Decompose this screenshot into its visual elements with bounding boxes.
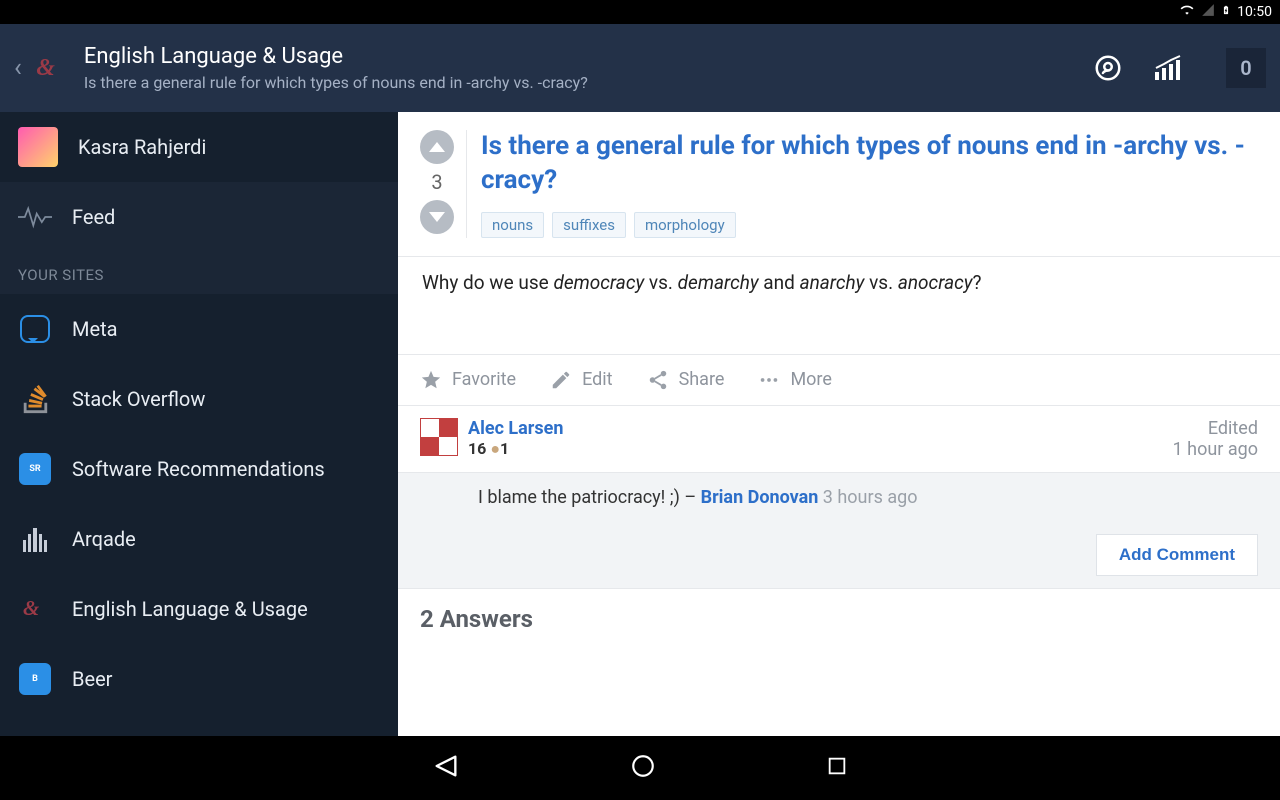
sidebar-item-label: Feed xyxy=(72,205,115,229)
nav-home-icon[interactable] xyxy=(630,753,656,783)
english-site-icon: & xyxy=(18,592,52,626)
battery-icon xyxy=(1221,2,1231,22)
android-status-bar: 10:50 xyxy=(0,0,1280,24)
answers-count-header: 2 Answers xyxy=(398,589,1280,633)
sidebar-item-arqade[interactable]: Arqade xyxy=(0,504,398,574)
notifications-icon[interactable] xyxy=(1092,52,1124,84)
wifi-icon xyxy=(1179,3,1195,21)
feed-icon xyxy=(18,200,52,234)
add-comment-button[interactable]: Add Comment xyxy=(1096,534,1258,576)
tag[interactable]: morphology xyxy=(634,212,736,238)
sidebar-user-profile[interactable]: Kasra Rahjerdi xyxy=(0,112,398,182)
nav-recents-icon[interactable] xyxy=(826,755,848,781)
meta-site-icon xyxy=(18,312,52,346)
author-name[interactable]: Alec Larsen xyxy=(468,418,563,439)
page-subtitle: Is there a general rule for which types … xyxy=(84,73,1092,92)
question-main: 3 Is there a general rule for which type… xyxy=(398,112,1280,736)
android-nav-bar xyxy=(0,736,1280,800)
user-name: Kasra Rahjerdi xyxy=(78,135,206,159)
status-time: 10:50 xyxy=(1237,4,1272,20)
site-logo-icon[interactable]: & xyxy=(30,48,70,88)
sidebar-item-meta[interactable]: Meta xyxy=(0,294,398,364)
user-avatar xyxy=(18,127,58,167)
share-button[interactable]: Share xyxy=(647,369,725,391)
downvote-button[interactable] xyxy=(420,200,454,234)
svg-text:&: & xyxy=(23,596,40,620)
back-chevron-icon[interactable]: ‹ xyxy=(14,53,22,83)
stackoverflow-site-icon xyxy=(18,382,52,416)
svg-text:&: & xyxy=(36,55,55,81)
sidebar-item-label: Beer xyxy=(72,667,112,691)
sidebar-section-header: YOUR SITES xyxy=(0,252,398,294)
sidebar-item-beer[interactable]: B Beer xyxy=(0,644,398,714)
sidebar-item-english[interactable]: & English Language & Usage xyxy=(0,574,398,644)
comment[interactable]: I blame the patriocracy! ;) – Brian Dono… xyxy=(398,472,1280,522)
sidebar-item-stackoverflow[interactable]: Stack Overflow xyxy=(0,364,398,434)
sidebar-item-label: Arqade xyxy=(72,527,136,551)
author-reputation: 16 ●1 xyxy=(468,439,563,459)
page-title: English Language & Usage xyxy=(84,44,1092,69)
sidebar-item-label: Software Recommendations xyxy=(72,457,325,481)
vote-score: 3 xyxy=(431,170,442,194)
softwarerecs-site-icon: SR xyxy=(18,452,52,486)
app-header: ‹ & English Language & Usage Is there a … xyxy=(0,24,1280,112)
nav-back-icon[interactable] xyxy=(432,752,460,784)
favorite-button[interactable]: Favorite xyxy=(420,369,516,391)
arqade-site-icon xyxy=(18,522,52,556)
question-author-row: Alec Larsen 16 ●1 Edited 1 hour ago xyxy=(398,406,1280,472)
more-button[interactable]: More xyxy=(758,369,831,391)
sidebar: Kasra Rahjerdi Feed YOUR SITES Meta Stac… xyxy=(0,112,398,736)
sidebar-item-label: Stack Overflow xyxy=(72,387,205,411)
question-action-row: Favorite Edit Share More xyxy=(398,354,1280,406)
comment-time: 3 hours ago xyxy=(818,487,917,508)
signal-icon xyxy=(1201,3,1215,21)
sidebar-item-label: English Language & Usage xyxy=(72,597,308,621)
tag[interactable]: nouns xyxy=(481,212,544,238)
inbox-count-badge[interactable]: 0 xyxy=(1226,48,1266,88)
sidebar-item-softwarerecs[interactable]: SR Software Recommendations xyxy=(0,434,398,504)
tag[interactable]: suffixes xyxy=(552,212,626,238)
author-avatar[interactable] xyxy=(420,418,458,456)
reputation-graph-icon[interactable] xyxy=(1154,52,1186,84)
question-title: Is there a general rule for which types … xyxy=(481,130,1256,198)
comment-text: I blame the patriocracy! ;) – xyxy=(478,487,701,508)
edit-button[interactable]: Edit xyxy=(550,369,612,391)
comment-author[interactable]: Brian Donovan xyxy=(701,487,819,508)
sidebar-feed[interactable]: Feed xyxy=(0,182,398,252)
beer-site-icon: B xyxy=(18,662,52,696)
tag-list: nouns suffixes morphology xyxy=(481,212,1256,238)
sidebar-item-label: Meta xyxy=(72,317,118,341)
question-body: Why do we use democracy vs. demarchy and… xyxy=(398,257,1280,354)
edited-info: Edited 1 hour ago xyxy=(1173,418,1258,460)
upvote-button[interactable] xyxy=(420,130,454,164)
